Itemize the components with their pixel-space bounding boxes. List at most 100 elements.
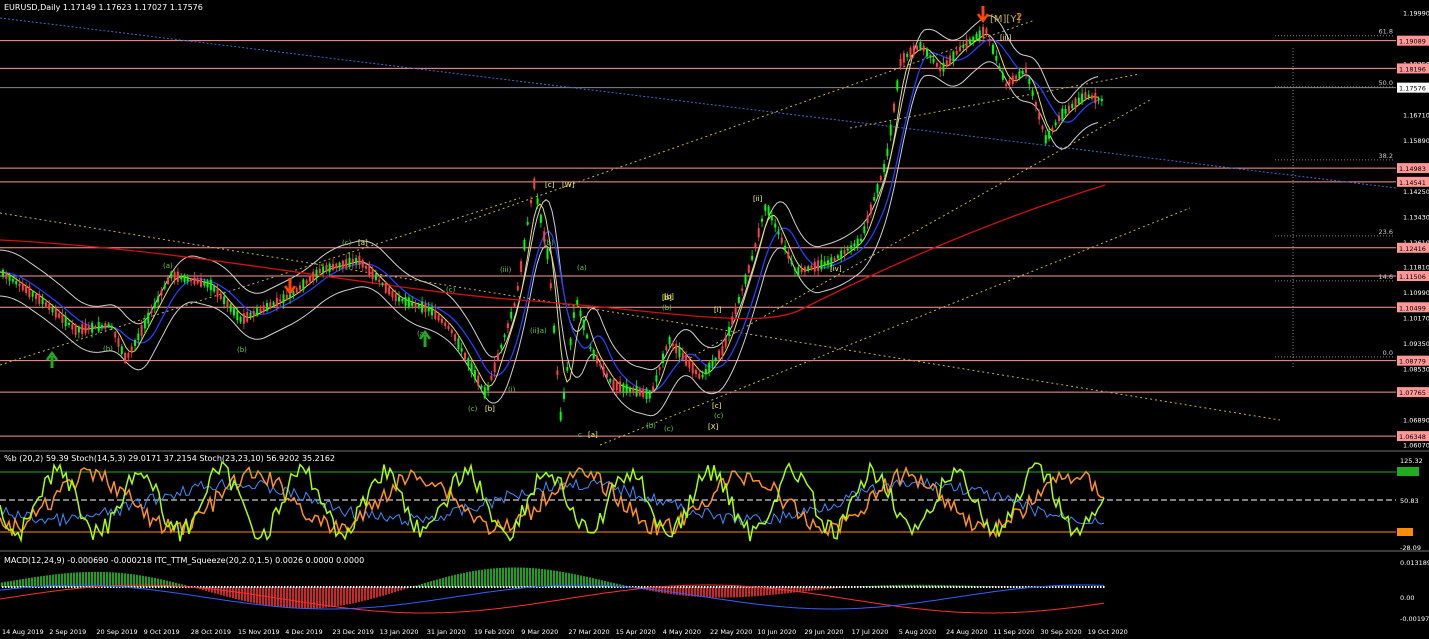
candle	[140, 325, 143, 336]
candle	[767, 206, 770, 216]
squeeze-dot	[1061, 586, 1063, 588]
candle	[374, 274, 377, 281]
oscillator-pane[interactable]: 125.328050.8320-28.09 %b (20,2) 59.39 St…	[0, 452, 1429, 552]
time-tick: 20 Sep 2019	[96, 628, 137, 636]
price-tick: 1.10170	[1403, 314, 1429, 322]
squeeze-dot	[605, 586, 607, 588]
candle	[708, 362, 711, 373]
squeeze-dot	[590, 586, 592, 588]
squeeze-dot	[245, 586, 247, 588]
squeeze-dot	[410, 586, 412, 588]
candle	[21, 284, 24, 291]
squeeze-dot	[485, 586, 487, 588]
squeeze-dot	[818, 586, 820, 588]
fib-label: 61.8	[1379, 28, 1393, 36]
squeeze-dot	[467, 586, 469, 588]
squeeze-dot	[953, 586, 955, 588]
candle	[361, 259, 364, 268]
candle	[566, 366, 569, 371]
candle	[252, 311, 255, 317]
wave-label: (c)	[714, 412, 724, 420]
candle	[572, 312, 575, 318]
candle	[176, 271, 179, 282]
candle	[711, 360, 714, 367]
candle	[952, 51, 955, 62]
level-label: 1.07765	[1399, 389, 1426, 397]
level-label: 1.14983	[1399, 165, 1426, 173]
candle	[635, 386, 638, 397]
squeeze-dot	[794, 586, 796, 588]
candle	[995, 55, 998, 61]
candle	[487, 386, 490, 391]
candle	[599, 363, 602, 367]
candle	[886, 148, 889, 157]
candle	[602, 366, 605, 374]
squeeze-dot	[155, 586, 157, 588]
candle	[827, 260, 829, 266]
wave-label: [c]	[545, 181, 555, 189]
candle	[44, 302, 47, 307]
candle	[1084, 92, 1087, 99]
candle	[464, 352, 466, 360]
candle	[295, 288, 298, 293]
time-tick: 15 Nov 2019	[238, 628, 280, 636]
candle	[101, 325, 103, 328]
candle	[1021, 70, 1024, 75]
candle	[671, 343, 674, 346]
wave-label: c	[578, 431, 582, 439]
price-chart-pane[interactable]: 1.199901.191701.183501.175301.167101.158…	[0, 0, 1429, 450]
time-tick: 13 Jan 2020	[380, 628, 419, 636]
candle	[536, 198, 539, 205]
macd-tick: 0.00	[1400, 594, 1414, 602]
squeeze-dot	[446, 586, 448, 588]
time-tick: 9 Oct 2019	[144, 628, 180, 636]
level-label: 1.14541	[1399, 179, 1426, 187]
time-axis: 14 Aug 2019 2 Sep 2019 20 Sep 2019 9 Oct 20…	[2, 628, 1128, 636]
candle	[25, 286, 28, 294]
candle	[797, 267, 800, 276]
candle	[11, 278, 14, 282]
squeeze-dot	[713, 586, 715, 588]
oscillator-chart[interactable]: 125.328050.8320-28.09	[0, 452, 1429, 552]
candle	[107, 323, 110, 327]
level-label: 1.11506	[1399, 273, 1426, 281]
squeeze-dot	[50, 586, 52, 588]
squeeze-dot	[704, 586, 706, 588]
squeeze-dot	[944, 586, 946, 588]
squeeze-dot	[551, 586, 553, 588]
candle	[338, 262, 341, 268]
candle	[48, 304, 51, 310]
squeeze-dot	[782, 586, 784, 588]
candle	[497, 353, 499, 361]
candle	[87, 326, 90, 330]
squeeze-dot	[929, 586, 931, 588]
price-chart[interactable]: 1.199901.191701.183501.175301.167101.158…	[0, 0, 1429, 450]
squeeze-dot	[137, 586, 139, 588]
candle	[939, 66, 942, 72]
squeeze-dot	[62, 586, 64, 588]
candle	[695, 370, 697, 375]
squeeze-dot	[734, 586, 736, 588]
candle	[1051, 127, 1054, 131]
squeeze-dot	[593, 586, 595, 588]
candle	[341, 260, 344, 268]
squeeze-dot	[587, 586, 589, 588]
squeeze-dot	[239, 586, 241, 588]
candle	[1011, 75, 1014, 85]
candle	[213, 285, 216, 292]
candle	[731, 316, 734, 326]
candle	[246, 312, 249, 322]
price-tick: 1.06070	[1403, 442, 1429, 450]
candle	[110, 325, 113, 329]
squeeze-dot	[323, 586, 325, 588]
squeeze-dot	[584, 586, 586, 588]
candle	[761, 218, 763, 222]
candle	[411, 301, 414, 306]
candle	[962, 44, 965, 49]
macd-pane[interactable]: 0.013189 0.00 -0.001976 MACD(12,24,9) -0.0…	[0, 552, 1429, 624]
squeeze-dot	[311, 586, 313, 588]
wave-label: [W]	[562, 181, 575, 189]
candle	[137, 333, 140, 341]
squeeze-dot	[431, 586, 433, 588]
time-tick: 24 Aug 2020	[946, 628, 988, 636]
